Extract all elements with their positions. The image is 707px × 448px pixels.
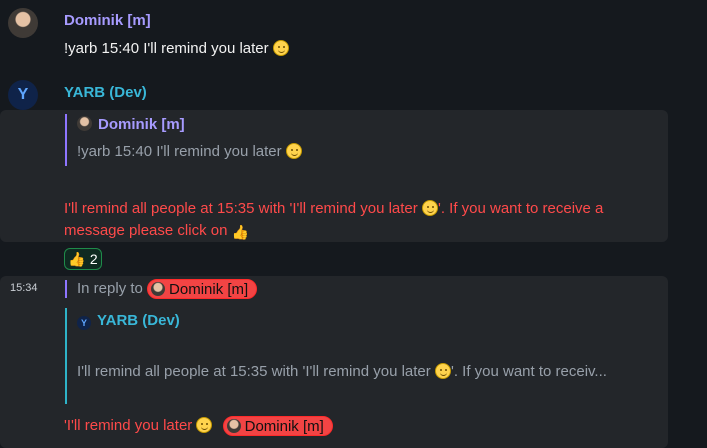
mention-pill[interactable]: Dominik [m] xyxy=(222,416,333,436)
reaction-count: 2 xyxy=(89,251,98,267)
dominik-avatar[interactable] xyxy=(8,8,38,38)
smile-emoji xyxy=(196,416,213,433)
reminder-line-1-tail: '. If you want to receive a xyxy=(437,200,604,217)
yarb-avatar[interactable]: Y xyxy=(8,80,38,110)
smile-emoji xyxy=(421,200,438,216)
quote-line xyxy=(65,114,67,166)
message-author-dominik[interactable]: Dominik [m] xyxy=(64,12,151,29)
message-panel-reply: In reply to Dominik [m] Y YARB (Dev) I'll… xyxy=(0,276,668,448)
reaction-emoji: 👍 xyxy=(68,250,86,267)
smile-emoji xyxy=(285,143,302,159)
reply-body-text: 'I'll remind you later xyxy=(64,416,193,434)
reply-to-row: In reply to Dominik [m] xyxy=(77,279,258,299)
reply-line xyxy=(65,280,67,298)
quoted-yarb-author[interactable]: Y YARB (Dev) xyxy=(77,312,180,330)
message-body: !yarb 15:40 I'll remind you later xyxy=(64,40,269,57)
message-text: !yarb 15:40 I'll remind you later xyxy=(64,40,289,57)
reminder-text: I'll remind all people at 15:35 with 'I'… xyxy=(64,198,654,242)
thumbs-up-emoji: 👍 xyxy=(231,224,250,240)
yarb-avatar-letter: Y xyxy=(17,86,29,103)
quoted-yarb-name: YARB (Dev) xyxy=(97,312,180,329)
quoted-yarb-text: I'll remind all people at 15:35 with 'I'… xyxy=(77,363,652,380)
quoted-author[interactable]: Dominik [m] xyxy=(77,116,185,134)
message-author-yarb[interactable]: YARB (Dev) xyxy=(64,84,147,101)
reaction-thumbs-up[interactable]: 👍 2 xyxy=(64,248,102,270)
reminder-line-1: I'll remind all people at 15:35 with 'I'… xyxy=(64,200,418,217)
yarb-mini-avatar: Y xyxy=(77,316,91,330)
reply-to-label: In reply to xyxy=(77,279,143,297)
quoted-text-body: !yarb 15:40 I'll remind you later xyxy=(77,143,282,160)
mention-avatar xyxy=(226,419,241,433)
reply-body: 'I'll remind you later Dominik [m] xyxy=(64,416,333,436)
reminder-line-2: message please click on xyxy=(64,222,228,239)
reply-to-user-pill[interactable]: Dominik [m] xyxy=(147,279,258,299)
smile-emoji xyxy=(434,363,451,379)
user-mini-avatar xyxy=(151,282,166,296)
quoted-author-name: Dominik [m] xyxy=(98,116,185,133)
quoted-text: !yarb 15:40 I'll remind you later xyxy=(77,143,302,160)
reply-to-user-name: Dominik [m] xyxy=(169,280,249,298)
message-panel-yarb: Dominik [m] !yarb 15:40 I'll remind you … xyxy=(0,110,668,242)
smile-emoji xyxy=(272,40,289,56)
dominik-mini-avatar xyxy=(77,116,92,131)
message-time: 15:34 xyxy=(10,282,38,294)
mention-name: Dominik [m] xyxy=(244,417,324,435)
quoted-yarb-text-end: '. If you want to receiv... xyxy=(450,363,607,380)
quoted-yarb-text-start: I'll remind all people at 15:35 with 'I'… xyxy=(77,363,431,380)
quote-line-teal xyxy=(65,308,67,404)
